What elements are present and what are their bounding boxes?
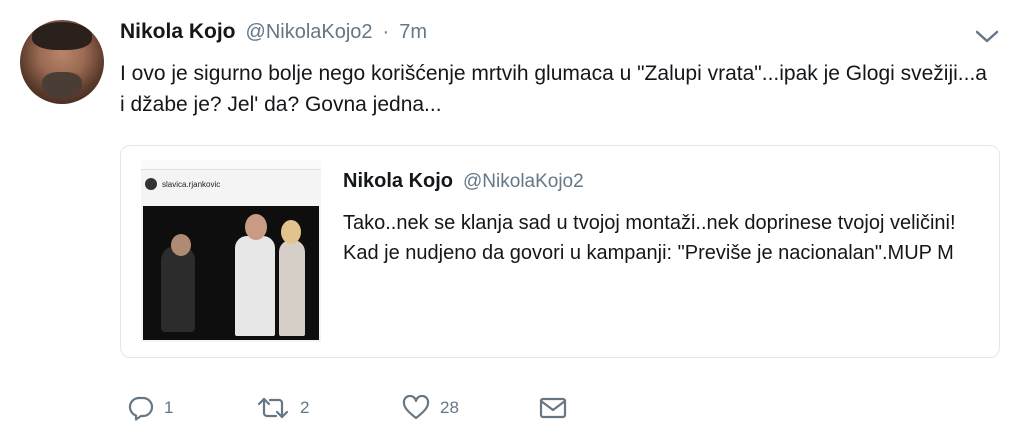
tweet-text: I ovo je sigurno bolje nego korišćenje m… xyxy=(120,62,987,116)
separator-dot: · xyxy=(382,21,390,43)
user-handle[interactable]: @NikolaKojo2 xyxy=(246,21,373,44)
reply-button[interactable]: 1 xyxy=(128,388,173,428)
display-name[interactable]: Nikola Kojo xyxy=(120,20,236,44)
like-button[interactable]: 28 xyxy=(402,388,459,428)
heart-icon xyxy=(402,395,430,421)
like-count: 28 xyxy=(440,398,459,417)
avatar-hair xyxy=(32,22,92,50)
tweet-header: Nikola Kojo @NikolaKojo2 · 7m xyxy=(120,20,427,50)
figure-left xyxy=(161,246,195,332)
avatar-beard xyxy=(42,72,82,98)
figure-right xyxy=(279,240,305,336)
image-user-avatar xyxy=(145,178,157,190)
stage-photo xyxy=(143,206,319,340)
avatar[interactable] xyxy=(20,20,104,104)
chevron-down-icon[interactable] xyxy=(972,26,1002,48)
quoted-tweet-text: Tako..nek se klanja sad u tvojoj montaži… xyxy=(343,212,956,264)
figure-center xyxy=(235,236,275,336)
reply-icon xyxy=(128,395,154,421)
quoted-user-handle: @NikolaKojo2 xyxy=(463,171,584,192)
image-username: slavica.rjankovic xyxy=(162,179,221,189)
retweet-count: 2 xyxy=(300,398,310,417)
envelope-icon xyxy=(538,395,568,421)
image-status-bar xyxy=(141,160,321,170)
tweet[interactable]: Nikola Kojo @NikolaKojo2 · 7m I ovo je s… xyxy=(0,0,1024,441)
timestamp[interactable]: 7m xyxy=(399,21,427,44)
quoted-tweet-card[interactable]: slavica.rjankovic Nikola Kojo @NikolaKoj… xyxy=(120,145,1000,358)
retweet-button[interactable]: 2 xyxy=(256,388,309,428)
figure-right-head xyxy=(281,220,301,244)
direct-message-button[interactable] xyxy=(538,388,568,428)
reply-count: 1 xyxy=(164,398,174,417)
quoted-display-name: Nikola Kojo xyxy=(343,170,454,192)
figure-center-head xyxy=(245,214,267,240)
figure-left-head xyxy=(171,234,191,256)
retweet-icon xyxy=(256,395,290,421)
image-user-row: slavica.rjankovic xyxy=(145,176,321,192)
quoted-tweet-image[interactable]: slavica.rjankovic xyxy=(141,160,321,342)
quoted-tweet-header: Nikola Kojo @NikolaKojo2 xyxy=(343,170,584,193)
